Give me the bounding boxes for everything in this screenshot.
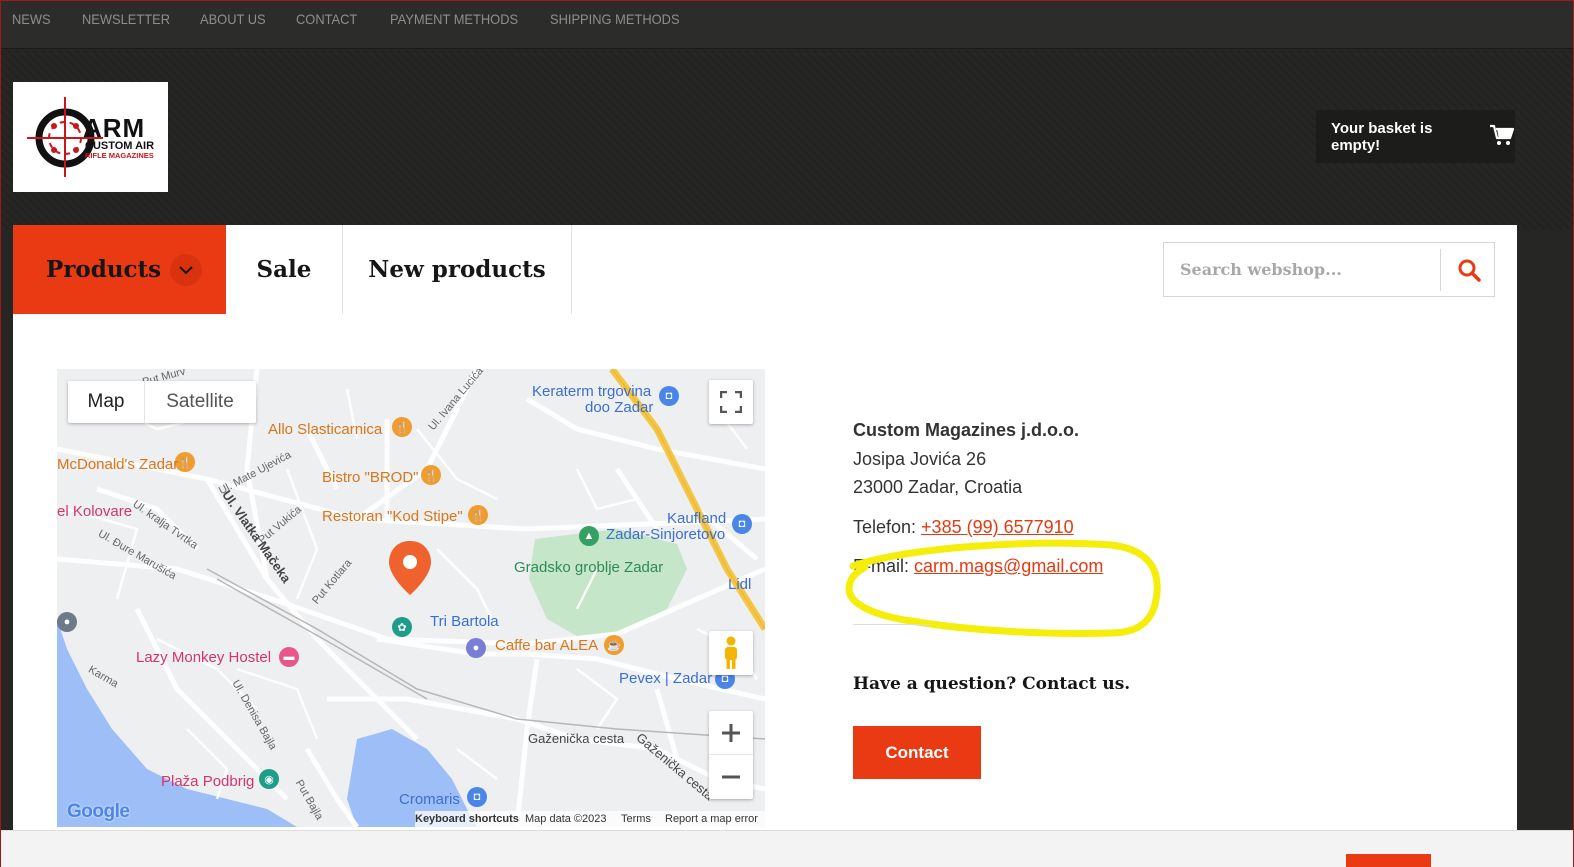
nav-products-label: Products (46, 256, 162, 283)
terms-link[interactable]: Terms (621, 813, 651, 825)
topnav-contact[interactable]: CONTACT (296, 11, 357, 27)
poi-keraterm[interactable]: Keraterm trgovina (532, 383, 651, 400)
phone-line: Telefon: +385 (99) 6577910 (853, 517, 1074, 538)
topnav-news[interactable]: NEWS (12, 11, 51, 27)
google-logo[interactable]: Google (67, 801, 130, 823)
poi-cromaris[interactable]: Cromaris (399, 791, 460, 808)
poi-lidl[interactable]: Lidl (728, 576, 751, 593)
restaurant-pin[interactable]: 🍴 (392, 417, 412, 437)
hotel-pin[interactable]: ▬ (279, 647, 299, 667)
topnav-shipping-methods[interactable]: SHIPPING METHODS (550, 11, 680, 27)
nav-sale[interactable]: Sale (226, 225, 343, 314)
zoom-control (709, 711, 753, 799)
fullscreen-button[interactable] (709, 380, 753, 424)
site-logo[interactable]: ARM CUSTOM AIR RIFLE MAGAZINES (13, 82, 168, 192)
cafe-pin[interactable]: ☕ (604, 635, 624, 655)
google-logo-text: Google (67, 801, 130, 822)
nav-products[interactable]: Products (13, 225, 226, 314)
map-footer: Keyboard shortcuts Map data ©2023 Terms … (415, 811, 765, 827)
address-street: Josipa Jovića 26 (853, 449, 987, 469)
topnav-newsletter[interactable]: NEWSLETTER (82, 11, 170, 27)
map-type-control: Map Satellite (68, 381, 256, 423)
contact-button[interactable]: Contact (853, 726, 981, 779)
logo-line2: RIFLE MAGAZINES (85, 151, 154, 160)
zoom-out-button[interactable] (709, 755, 753, 799)
poi-plaza[interactable]: Plaža Podbrig (161, 773, 254, 790)
camera-pin[interactable]: ◉ (259, 769, 279, 789)
cookie-bar (1, 830, 1573, 867)
search-icon (1458, 259, 1481, 282)
poi-pevex[interactable]: Pevex | Zadar (619, 670, 712, 687)
cookie-accept-button[interactable] (1346, 854, 1431, 867)
highlight-annotation (845, 539, 1161, 637)
phone-label: Telefon: (853, 517, 922, 537)
park-pin[interactable]: ▲ (579, 526, 599, 546)
keyboard-shortcuts-link[interactable]: Keyboard shortcuts (415, 813, 519, 825)
restaurant-pin[interactable]: 🍴 (421, 465, 441, 485)
google-map[interactable]: 🍴 🍴 🍴 🍴 ◘ ◘ ▲ ✿ ● ☕ ▬ ◘ ◉ ◘ ● Keraterm t… (57, 369, 765, 827)
search-divider (1440, 249, 1441, 291)
pegman-icon (725, 636, 737, 669)
contact-question: Have a question? Contact us. (853, 674, 1131, 694)
poi-kolovare[interactable]: el Kolovare (57, 503, 132, 520)
attraction-pin[interactable]: ✿ (392, 617, 412, 637)
basket-label: Your basket is empty! (1331, 119, 1433, 154)
top-navigation: NEWS NEWSLETTER ABOUT US CONTACT PAYMENT… (1, 1, 1573, 49)
street-view-button[interactable] (709, 631, 753, 675)
poi-restoran[interactable]: Restoran "Kod Stipe" (322, 508, 463, 525)
transit-pin[interactable]: ● (466, 638, 486, 658)
divider-line (853, 624, 931, 625)
cart-icon (1489, 124, 1515, 150)
poi-sinjoretovo[interactable]: Zadar-Sinjoretovo (606, 526, 725, 543)
poi-mcdonalds[interactable]: McDonald's Zadar (57, 456, 178, 473)
poi-bistro[interactable]: Bistro "BROD" (322, 469, 419, 486)
search-button[interactable] (1444, 243, 1494, 296)
phone-link[interactable]: +385 (99) 6577910 (921, 517, 1074, 537)
poi-groblje[interactable]: Gradsko groblje Zadar (514, 559, 663, 576)
nav-new-products-label: New products (368, 256, 546, 283)
location-pin[interactable]: ● (57, 612, 77, 632)
poi-caffe-alea[interactable]: Caffe bar ALEA (495, 637, 598, 654)
address-city: 23000 Zadar, Croatia (853, 477, 1023, 497)
minus-icon (722, 775, 740, 779)
company-name: Custom Magazines j.d.o.o. (853, 420, 1080, 440)
map-type-satellite-button[interactable]: Satellite (145, 381, 255, 423)
poi-keraterm-2[interactable]: doo Zadar (585, 399, 653, 416)
report-error-link[interactable]: Report a map error (665, 813, 758, 825)
street-gazenicka: Gaženička cesta (528, 731, 625, 746)
basket-button[interactable]: Your basket is empty! (1316, 110, 1515, 163)
topnav-payment-methods[interactable]: PAYMENT METHODS (390, 11, 518, 27)
plus-icon (722, 723, 740, 742)
zoom-in-button[interactable] (709, 711, 753, 755)
shop-pin[interactable]: ◘ (467, 787, 487, 807)
search-input[interactable] (1164, 243, 1440, 296)
poi-lazy-monkey[interactable]: Lazy Monkey Hostel (136, 649, 271, 666)
map-type-map-button[interactable]: Map (68, 381, 145, 423)
poi-kaufland[interactable]: Kaufland (667, 510, 726, 527)
fullscreen-icon (720, 391, 742, 413)
chevron-down-icon[interactable] (170, 254, 202, 286)
nav-sale-label: Sale (256, 256, 312, 283)
map-data-label: Map data ©2023 (525, 813, 607, 825)
restaurant-pin[interactable]: 🍴 (468, 505, 488, 525)
shop-pin[interactable]: ◘ (659, 386, 679, 406)
nav-new-products[interactable]: New products (343, 225, 572, 314)
topnav-about-us[interactable]: ABOUT US (200, 11, 266, 27)
poi-allo[interactable]: Allo Slasticarnica (268, 421, 382, 438)
shop-pin[interactable]: ◘ (732, 514, 752, 534)
search-box (1163, 242, 1495, 297)
main-navigation: Products Sale New products (13, 225, 1517, 314)
poi-tri-bartola[interactable]: Tri Bartola (430, 613, 499, 630)
